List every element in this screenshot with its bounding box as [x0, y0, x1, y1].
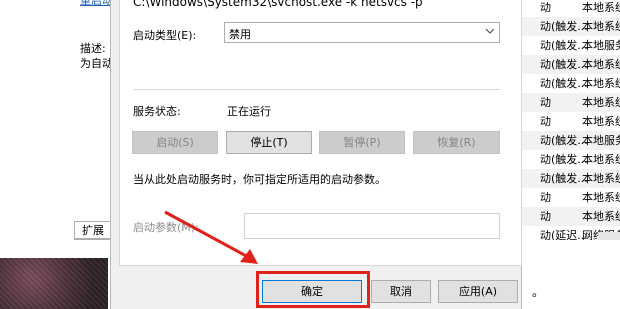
chevron-down-icon — [485, 28, 495, 34]
apply-button[interactable]: 应用(A) — [438, 280, 518, 303]
background-photo — [0, 258, 108, 309]
list-item[interactable]: 动(触发...本地系统 — [520, 150, 620, 169]
list-item[interactable]: 动(触发...本地系统 — [520, 169, 620, 188]
annotation-arrow-icon — [164, 210, 258, 264]
list-item[interactable]: 动(触发...本地服务 — [520, 131, 620, 150]
start-parameters-hint: 当从此处启动服务时，你可指定所适用的启动参数。 — [133, 173, 386, 186]
list-item[interactable]: 动(触发...本地系统 — [520, 17, 620, 36]
service-status-value: 正在运行 — [227, 105, 271, 118]
divider — [133, 89, 500, 90]
restart-link[interactable]: 重启动 — [80, 0, 113, 8]
resume-button[interactable]: 恢复(R) — [413, 131, 500, 154]
services-list: 动本地系统 动(触发...本地系统 动(触发...本地服务 动(触发...本地系… — [520, 0, 620, 242]
background-properties-pane — [0, 0, 121, 240]
cancel-button[interactable]: 取消 — [371, 280, 431, 303]
executable-path: C:\Windows\System32\svchost.exe -k netsv… — [133, 0, 423, 9]
highlight-box — [256, 271, 370, 308]
description-label: 描述: — [80, 42, 106, 55]
list-item[interactable]: 动(触发...本地服务 — [520, 36, 620, 55]
horizontal-scrollbar[interactable] — [598, 232, 620, 240]
startup-type-select[interactable]: 禁用 — [224, 22, 500, 43]
list-item[interactable]: 动(触发...本地系统 — [520, 55, 620, 74]
list-item[interactable]: 动本地系统 — [520, 188, 620, 207]
stop-button[interactable]: 停止(T) — [226, 131, 312, 154]
document-text: 。 — [532, 285, 545, 299]
list-item[interactable]: 动本地系统 — [520, 207, 620, 226]
description-text: 为自动 — [80, 57, 113, 70]
list-item[interactable]: 动本地系统 — [520, 93, 620, 112]
pause-button[interactable]: 暂停(P) — [319, 131, 405, 154]
start-parameters-input[interactable] — [244, 213, 500, 239]
start-button[interactable]: 启动(S) — [132, 131, 218, 154]
service-status-label: 服务状态: — [133, 105, 181, 118]
list-item[interactable]: 动本地系统 — [520, 112, 620, 131]
list-item[interactable]: 动本地系统 — [520, 0, 620, 17]
startup-type-value: 禁用 — [229, 28, 251, 41]
list-item[interactable]: 动(触发...本地系统 — [520, 74, 620, 93]
startup-type-label: 启动类型(E): — [133, 29, 197, 42]
